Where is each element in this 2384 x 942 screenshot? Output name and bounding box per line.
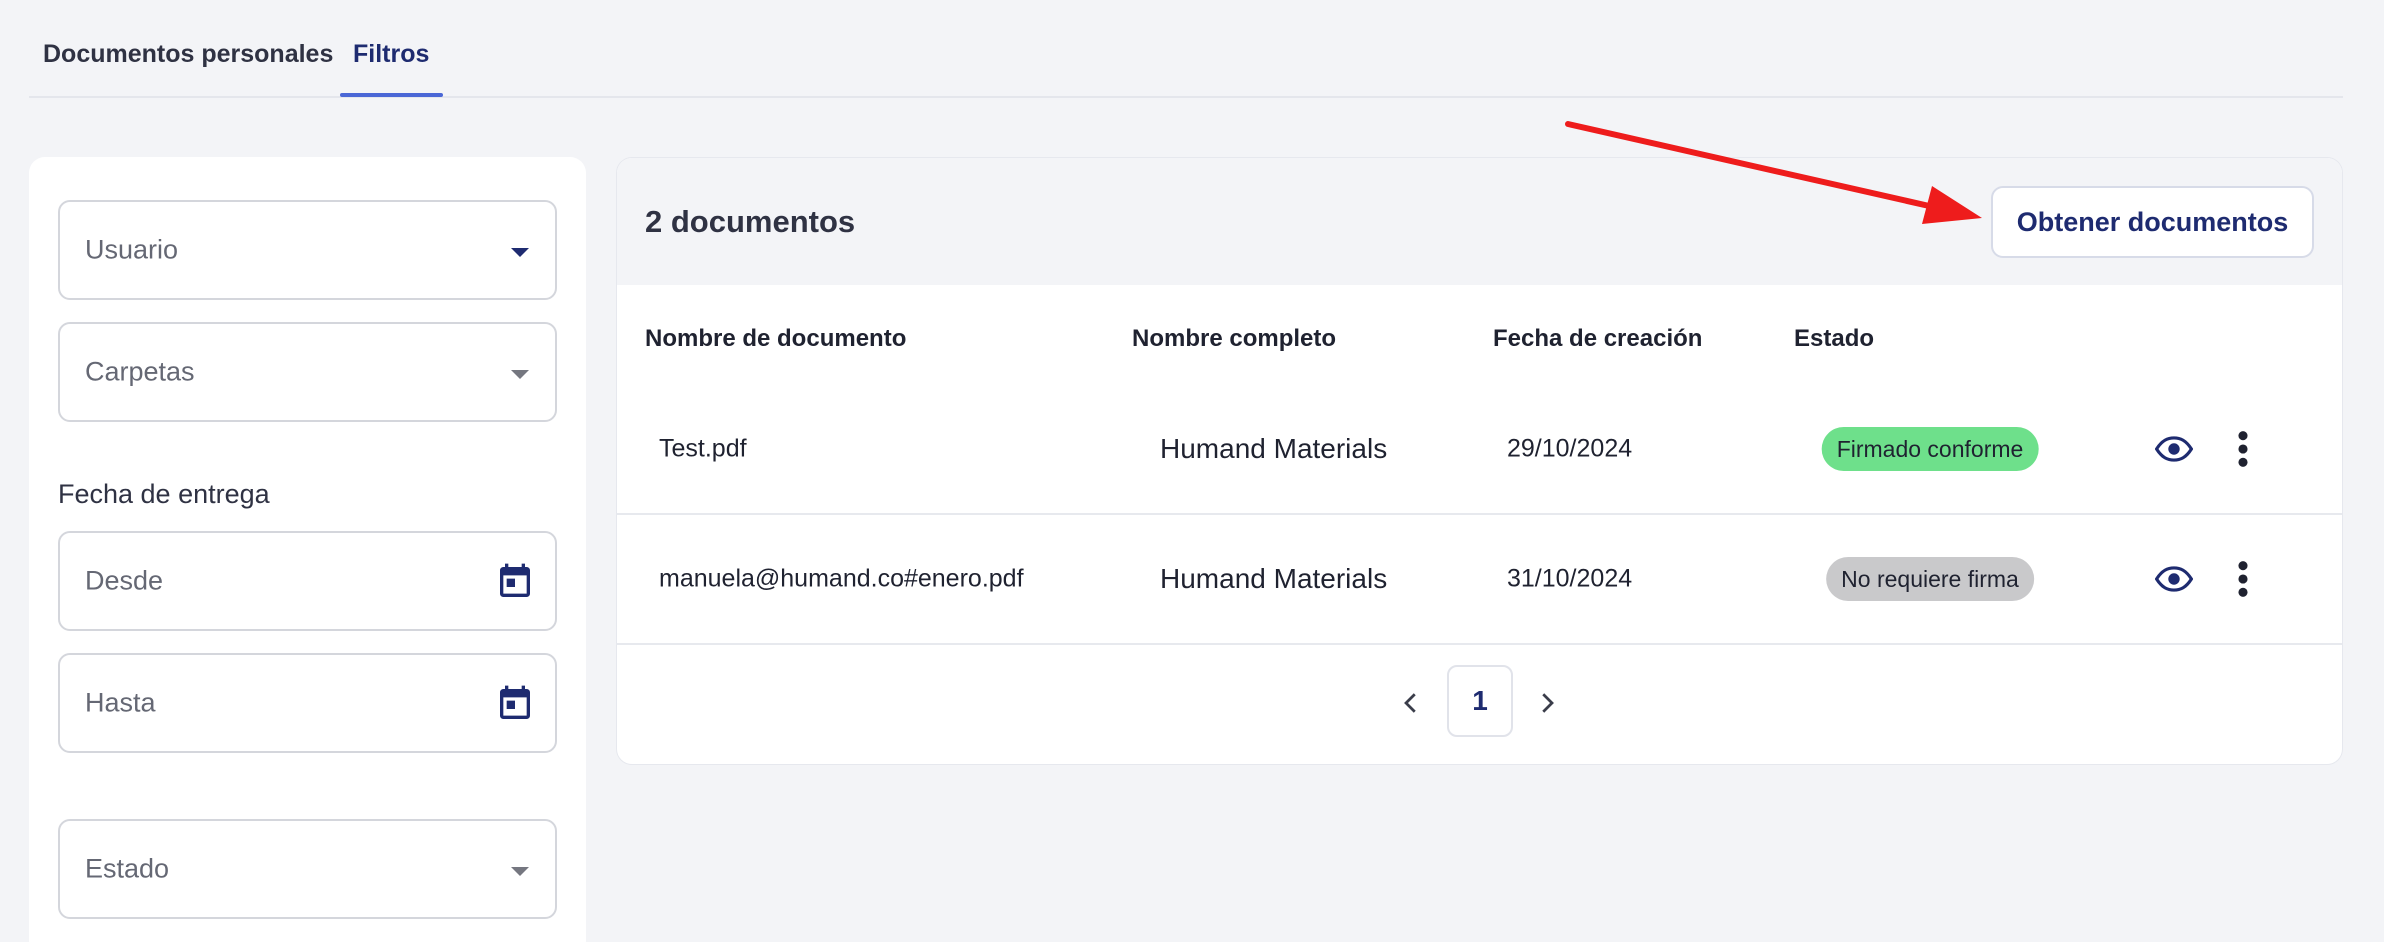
desde-date-input[interactable]: Desde — [58, 531, 557, 631]
chevron-down-icon — [511, 370, 529, 379]
pagination: 1 — [617, 645, 2342, 764]
column-header-created: Fecha de creación — [1493, 325, 1703, 352]
filters-panel: Usuario Carpetas Fecha de entrega Desde … — [29, 157, 586, 942]
full-name: Humand Materials — [1160, 563, 1388, 594]
more-vertical-icon[interactable] — [2237, 430, 2249, 468]
eye-icon[interactable] — [2155, 436, 2193, 462]
estado-select[interactable]: Estado — [58, 819, 557, 919]
hasta-placeholder: Hasta — [85, 687, 156, 718]
more-vertical-icon[interactable] — [2237, 560, 2249, 598]
desde-placeholder: Desde — [85, 565, 164, 596]
document-name: manuela@humand.co#enero.pdf — [659, 564, 1024, 593]
carpetas-select[interactable]: Carpetas — [58, 322, 557, 422]
chevron-left-icon[interactable] — [1396, 688, 1426, 718]
tab-documentos-personales[interactable]: Documentos personales — [43, 40, 333, 69]
chevron-down-icon — [511, 248, 529, 257]
chevron-down-icon — [511, 867, 529, 876]
eye-icon[interactable] — [2155, 566, 2193, 592]
usuario-select[interactable]: Usuario — [58, 200, 557, 300]
table-row: manuela@humand.co#enero.pdf Humand Mater… — [617, 515, 2342, 645]
calendar-icon[interactable] — [495, 561, 535, 603]
tab-bar: Documentos personales Filtros — [29, 0, 2343, 98]
full-name: Humand Materials — [1160, 433, 1388, 464]
carpetas-placeholder: Carpetas — [85, 356, 195, 387]
document-name: Test.pdf — [659, 434, 747, 463]
documents-count: 2 documentos — [645, 204, 856, 239]
chevron-right-icon[interactable] — [1532, 688, 1562, 718]
active-tab-indicator — [340, 93, 443, 97]
created-date: 29/10/2024 — [1507, 434, 1633, 463]
table-row: Test.pdf Humand Materials 29/10/2024 Fir… — [617, 385, 2342, 515]
fecha-entrega-label: Fecha de entrega — [58, 479, 270, 509]
tab-filtros[interactable]: Filtros — [353, 40, 429, 69]
estado-placeholder: Estado — [85, 853, 170, 884]
hasta-date-input[interactable]: Hasta — [58, 653, 557, 753]
usuario-placeholder: Usuario — [85, 234, 179, 265]
column-header-full-name: Nombre completo — [1132, 325, 1337, 352]
column-header-document: Nombre de documento — [645, 325, 907, 352]
status-badge: Firmado conforme — [1821, 427, 2039, 471]
status-badge: No requiere firma — [1826, 557, 2034, 601]
page-button-current[interactable]: 1 — [1447, 665, 1513, 737]
calendar-icon[interactable] — [495, 683, 535, 725]
obtener-documentos-button[interactable]: Obtener documentos — [1991, 186, 2314, 258]
documents-header: 2 documentos Obtener documentos — [617, 158, 2342, 285]
documents-panel: 2 documentos Obtener documentos Nombre d… — [616, 157, 2343, 765]
created-date: 31/10/2024 — [1507, 564, 1633, 593]
column-header-status: Estado — [1794, 325, 1875, 352]
